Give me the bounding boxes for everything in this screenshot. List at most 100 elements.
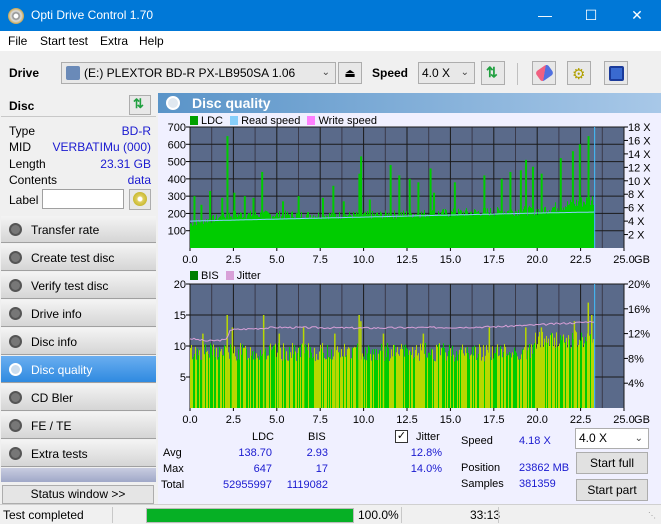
bis-bar: [554, 337, 555, 408]
ldc-bar: [316, 217, 317, 248]
bis-bar: [458, 354, 459, 408]
y-tick-label: 700: [168, 123, 186, 134]
bis-bar: [388, 347, 389, 408]
bis-bar: [470, 355, 471, 408]
drive-select[interactable]: (E:) PLEXTOR BD-R PX-LB950SA 1.06 ⌄: [61, 62, 336, 84]
nav-verify-test-disc[interactable]: Verify test disc: [1, 272, 156, 299]
bis-bar: [255, 358, 256, 408]
disc-label-key: Label: [9, 193, 39, 207]
bis-bar: [315, 360, 316, 408]
ldc-bar: [267, 211, 268, 248]
ldc-spike: [209, 190, 212, 248]
menu-extra[interactable]: Extra: [100, 34, 128, 48]
bis-bar: [222, 354, 223, 408]
ldc-bar: [290, 218, 291, 248]
create-disc-icon: [9, 251, 22, 264]
bis-bar: [369, 347, 370, 408]
bis-bar: [387, 342, 388, 408]
ldc-bar: [529, 205, 530, 248]
nav-disc-info[interactable]: Disc info: [1, 328, 156, 355]
bis-bar: [456, 351, 457, 408]
position-label: Position: [461, 462, 501, 474]
ldc-bar: [547, 211, 548, 248]
nav-cd-bler[interactable]: CD Bler: [1, 384, 156, 411]
start-part-button[interactable]: Start part: [576, 479, 648, 501]
close-button[interactable]: ✕: [614, 0, 660, 31]
bis-bar: [217, 359, 218, 408]
drive-value: (E:) PLEXTOR BD-R PX-LB950SA 1.06: [84, 66, 296, 80]
disc-refresh-button[interactable]: ⇅: [129, 95, 151, 115]
refresh-button[interactable]: ⇅: [481, 61, 505, 85]
disc-panel-header: Disc ⇅: [1, 93, 156, 117]
bis-bar: [484, 361, 485, 408]
ldc-bar: [326, 215, 327, 248]
toolbar-separator: [517, 63, 518, 85]
nav-extra-tests[interactable]: Extra tests: [1, 440, 156, 467]
bis-bar: [450, 348, 451, 408]
progress-fill: [147, 509, 353, 522]
disc-label-button[interactable]: [129, 189, 151, 210]
bis-bar: [373, 354, 374, 408]
eject-button[interactable]: ⏏: [338, 62, 362, 84]
save-button[interactable]: [604, 61, 628, 85]
x-tick-label: 15.0: [440, 254, 461, 263]
bis-bar: [553, 346, 554, 408]
bis-bar: [240, 343, 241, 408]
bis-bar: [593, 339, 594, 408]
ldc-bar: [225, 218, 226, 248]
bis-bar: [211, 345, 212, 408]
bis-bar: [207, 350, 208, 408]
bis-spike: [226, 315, 228, 408]
bis-bar: [424, 353, 425, 408]
ldc-spike: [540, 173, 543, 248]
bis-bar: [298, 347, 299, 408]
settings-button[interactable]: ⚙: [567, 61, 591, 85]
speed-select[interactable]: 4.0 X ⌄: [418, 62, 475, 84]
nav-disc-quality[interactable]: Disc quality: [1, 356, 156, 383]
bis-bar: [206, 352, 207, 408]
bis-bar: [568, 335, 569, 408]
ldc-bar: [476, 211, 477, 248]
ldc-bar: [462, 214, 463, 248]
bis-bar: [475, 347, 476, 408]
bis-bar: [286, 351, 287, 408]
status-window-button[interactable]: Status window >>: [2, 485, 154, 504]
bis-bar: [266, 359, 267, 408]
nav-create-test-disc[interactable]: Create test disc: [1, 244, 156, 271]
test-speed-select[interactable]: 4.0 X ⌄: [575, 428, 649, 449]
bis-bar: [239, 359, 240, 408]
bis-bar: [274, 345, 275, 408]
bis-bar: [462, 344, 463, 408]
menu-help[interactable]: Help: [139, 34, 164, 48]
bis-bar: [571, 347, 572, 408]
resize-grip-icon[interactable]: ⋱: [648, 511, 656, 520]
erase-button[interactable]: [532, 61, 556, 85]
jitter-checkbox[interactable]: ✓: [395, 430, 408, 443]
maximize-button[interactable]: ☐: [568, 0, 614, 31]
ldc-bar: [346, 215, 347, 248]
bis-bar: [297, 353, 298, 408]
start-full-button[interactable]: Start full: [576, 452, 648, 474]
menu-start-test[interactable]: Start test: [40, 34, 88, 48]
bis-spike: [302, 327, 305, 408]
ldc-bar: [324, 215, 325, 248]
disc-label-input[interactable]: [42, 189, 124, 209]
bis-bar: [420, 343, 421, 408]
panel-title: Disc quality: [192, 95, 271, 111]
ldc-bar: [515, 211, 516, 248]
ldc-bar: [371, 218, 372, 248]
ldc-bar: [314, 218, 315, 248]
ldc-bar: [508, 210, 509, 248]
bis-bar: [293, 354, 294, 408]
bis-bar: [466, 353, 467, 408]
menu-file[interactable]: File: [8, 34, 27, 48]
bis-bar: [427, 357, 428, 408]
nav-transfer-rate[interactable]: Transfer rate: [1, 216, 156, 243]
drive-label: Drive: [9, 66, 40, 80]
nav-drive-info[interactable]: Drive info: [1, 300, 156, 327]
bis-bar: [511, 357, 512, 408]
minimize-button[interactable]: —: [522, 0, 568, 31]
nav-fe-te[interactable]: FE / TE: [1, 412, 156, 439]
bis-bar: [561, 340, 562, 408]
bis-bar: [534, 343, 535, 408]
